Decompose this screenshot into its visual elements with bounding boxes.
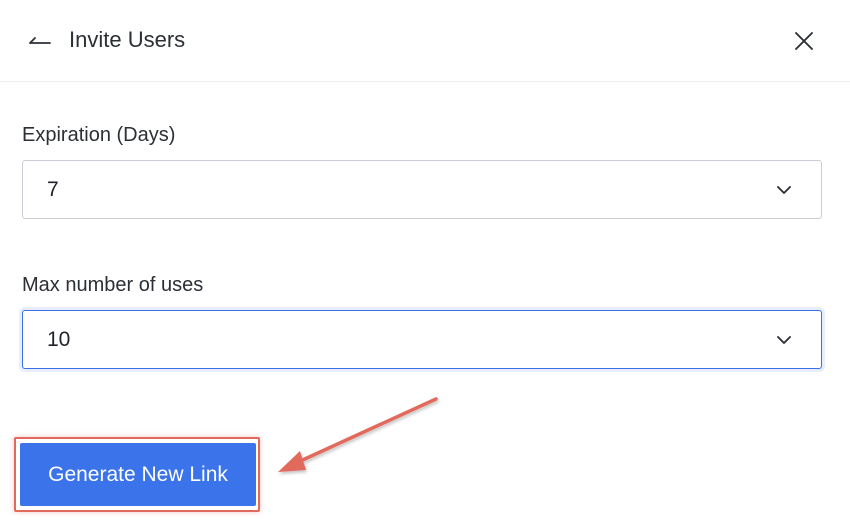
generate-new-link-button[interactable]: Generate New Link (20, 443, 256, 506)
expiration-select[interactable]: 7 (22, 160, 822, 219)
back-arrow-icon (29, 37, 51, 44)
expiration-label: Expiration (Days) (22, 124, 176, 146)
max-uses-select[interactable]: 10 (22, 310, 822, 369)
max-uses-label: Max number of uses (22, 274, 204, 296)
dialog-header: Invite Users (0, 0, 850, 82)
back-button[interactable] (22, 26, 56, 56)
close-button[interactable] (786, 24, 822, 58)
close-icon (795, 32, 813, 50)
expiration-value: 7 (47, 178, 59, 201)
max-uses-value: 10 (47, 328, 71, 351)
chevron-down-icon (777, 336, 791, 344)
chevron-down-icon (777, 186, 791, 194)
dialog-title: Invite Users (69, 27, 186, 52)
